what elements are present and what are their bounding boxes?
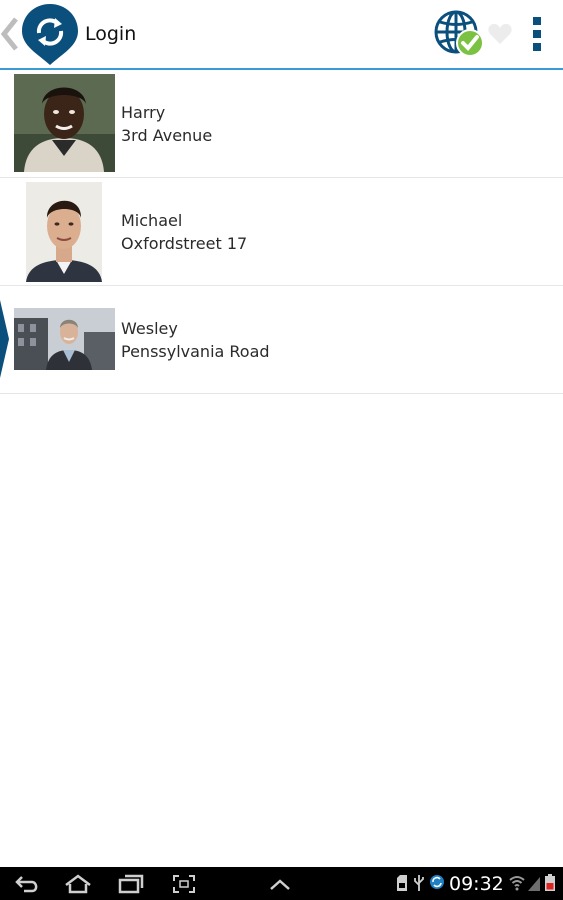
back-icon[interactable] xyxy=(14,874,40,894)
signal-icon xyxy=(528,877,540,891)
contact-address: 3rd Avenue xyxy=(121,126,213,145)
system-bar: 09:32 xyxy=(0,867,563,900)
action-bar: Login xyxy=(0,0,563,70)
recent-apps-icon[interactable] xyxy=(118,874,144,894)
chevron-left-icon[interactable] xyxy=(0,17,18,51)
wifi-icon xyxy=(509,876,525,891)
contact-address: Oxfordstreet 17 xyxy=(121,234,248,253)
globe-check-icon[interactable] xyxy=(433,10,487,60)
contact-list: Harry 3rd Avenue Michael Oxfordstreet 17 xyxy=(0,70,563,394)
clock: 09:32 xyxy=(449,873,504,895)
screenshot-icon[interactable] xyxy=(172,874,196,894)
overflow-menu-icon[interactable] xyxy=(526,16,548,52)
contact-name: Wesley xyxy=(121,319,178,338)
avatar xyxy=(26,182,102,282)
heart-icon[interactable] xyxy=(487,22,513,46)
avatar xyxy=(14,74,115,172)
contact-name: Michael xyxy=(121,211,183,230)
avatar xyxy=(14,308,115,370)
list-item[interactable]: Wesley Penssylvania Road xyxy=(0,286,563,394)
list-item[interactable]: Harry 3rd Avenue xyxy=(0,70,563,178)
usb-icon xyxy=(414,875,424,891)
list-item[interactable]: Michael Oxfordstreet 17 xyxy=(0,178,563,286)
app-logo[interactable] xyxy=(20,2,80,66)
contact-address: Penssylvania Road xyxy=(121,342,270,361)
sd-card-icon xyxy=(397,875,407,891)
home-icon[interactable] xyxy=(64,874,92,894)
selected-indicator xyxy=(0,300,9,378)
page-title: Login xyxy=(85,23,137,45)
contact-name: Harry xyxy=(121,103,166,122)
battery-icon xyxy=(545,874,555,891)
up-arrow-icon[interactable] xyxy=(268,874,292,894)
app-notification-icon xyxy=(430,875,444,889)
